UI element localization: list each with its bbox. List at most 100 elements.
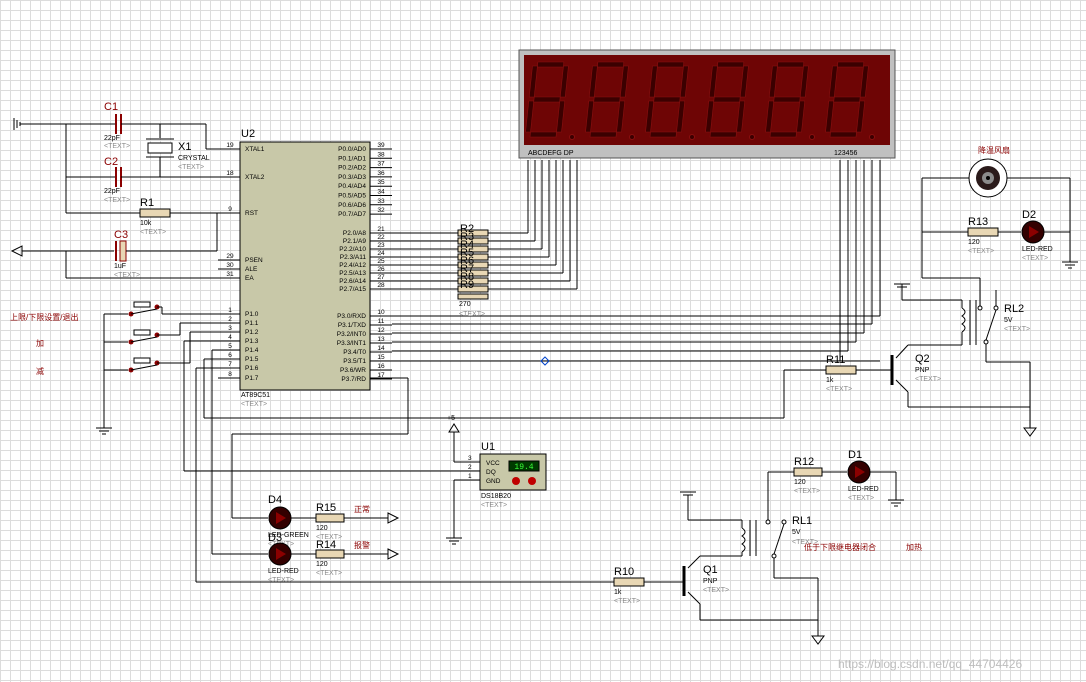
- mcu-pin-num-19: 19: [226, 142, 234, 149]
- watermark: https://blog.csdn.net/qq_44704426: [838, 657, 1022, 671]
- c2-text: <TEXT>: [104, 197, 130, 204]
- mcu-pin-num-33: 33: [377, 198, 385, 205]
- mcu-pin-name-34: P0.5/AD5: [338, 193, 366, 200]
- d3-text: <TEXT>: [268, 577, 294, 584]
- segment-dp: [689, 134, 695, 140]
- mcu-pin-num-22: 22: [377, 234, 385, 241]
- mcu-pin-name-16: P3.6/WR: [340, 367, 366, 374]
- rl1-note-1: 低于下限继电器闭合: [804, 542, 876, 552]
- mcu-pin-name-5: P1.4: [245, 347, 259, 354]
- mcu-pin-num-21: 21: [377, 226, 385, 233]
- mcu-pin-name-38: P0.1/AD1: [338, 155, 366, 162]
- mcu-pin-num-1: 1: [228, 307, 232, 314]
- d4-ref: D4: [268, 494, 282, 506]
- segment-a: [657, 61, 685, 68]
- c1-text: <TEXT>: [104, 143, 130, 150]
- mcu-pin-num-32: 32: [377, 207, 385, 214]
- mcu-pin-num-9: 9: [228, 206, 232, 213]
- d2-ref: D2: [1022, 209, 1036, 221]
- mcu-pin-name-15: P3.5/T1: [343, 358, 366, 365]
- sensor-text: <TEXT>: [481, 502, 507, 509]
- segment-a: [837, 61, 865, 68]
- segment-dp: [629, 134, 635, 140]
- mcu-pin-name-6: P1.5: [245, 356, 259, 363]
- fan-motor[interactable]: [968, 158, 1008, 198]
- mcu-pin-name-22: P2.1/A9: [343, 238, 367, 245]
- mcu-pin-num-8: 8: [228, 371, 232, 378]
- mcu-pin-name-17: P3.7/RD: [341, 376, 366, 383]
- button-minus[interactable]: [104, 331, 240, 373]
- r13-value: 120: [968, 239, 980, 246]
- mcu-pin-name-27: P2.6/A14: [339, 278, 366, 285]
- mcu-pin-name-29: PSEN: [245, 257, 263, 264]
- button-label-set: 上限/下限设置/退出: [10, 312, 78, 322]
- segment-g: [833, 96, 861, 103]
- segment-d: [769, 131, 797, 138]
- d1-text: <TEXT>: [848, 495, 874, 502]
- mcu-pin-name-24: P2.3/A11: [340, 254, 367, 261]
- mcu-pin-num-16: 16: [377, 363, 385, 370]
- r12-value: 120: [794, 479, 806, 486]
- rl1-ref: RL1: [792, 515, 812, 527]
- mcu-pin-name-37: P0.2/AD2: [338, 165, 366, 172]
- sensor-pin-vcc: VCC: [486, 460, 500, 467]
- rl2-ref: RL2: [1004, 303, 1024, 315]
- r15-note: 正常: [354, 505, 370, 514]
- sensor-pin-gnd: GND: [486, 478, 501, 485]
- crystal-ref: X1: [178, 141, 191, 153]
- mcu-pin-name-12: P3.2/INT0: [337, 331, 367, 338]
- segment-a: [777, 61, 805, 68]
- r10-value: 1k: [614, 589, 622, 596]
- mcu-pin-name-3: P1.2: [245, 329, 259, 336]
- mcu-pin-num-29: 29: [226, 253, 234, 260]
- mcu-pin-num-6: 6: [228, 352, 232, 359]
- mcu-part: AT89C51: [241, 392, 270, 399]
- q2-ref: Q2: [915, 353, 930, 365]
- r11-text: <TEXT>: [826, 386, 852, 393]
- mcu-pin-num-4: 4: [228, 334, 232, 341]
- mcu-pin-name-18: XTAL2: [245, 174, 265, 181]
- segment-g: [533, 96, 561, 103]
- segment-a: [717, 61, 745, 68]
- button-label-minus: 减: [36, 366, 44, 376]
- mcu-pin-name-14: P3.4/T0: [343, 349, 366, 356]
- r14-text: <TEXT>: [316, 570, 342, 577]
- segment-dp: [569, 134, 575, 140]
- q1-type: PNP: [703, 578, 718, 585]
- q1-ref: Q1: [703, 564, 718, 576]
- sensor-ref: U1: [481, 441, 495, 453]
- r12-text: <TEXT>: [794, 488, 820, 495]
- mcu-pin-name-21: P2.0/A8: [343, 230, 367, 237]
- mcu-pin-num-15: 15: [377, 354, 385, 361]
- r12-ref: R12: [794, 456, 814, 468]
- r15-ref: R15: [316, 502, 336, 514]
- button-set[interactable]: [104, 301, 240, 317]
- d2-part: LED-RED: [1022, 246, 1053, 253]
- segment-d: [529, 131, 557, 138]
- r1-text: <TEXT>: [140, 229, 166, 236]
- mcu-pin-name-11: P3.1/TXD: [338, 322, 366, 329]
- sensor-pin-2: 2: [468, 464, 472, 471]
- mcu-pin-name-2: P1.1: [245, 320, 259, 327]
- c3-value: 1uF: [114, 263, 126, 270]
- button-label-plus: 加: [36, 338, 44, 348]
- segment-dp: [809, 134, 815, 140]
- seven-segment-display[interactable]: ABCDEFG DP 123456: [518, 49, 896, 159]
- sensor-pin-3: 3: [468, 455, 472, 462]
- rnet-label-R9: R9: [460, 279, 474, 291]
- sensor-u1[interactable]: 19.4 U1 DS18B20 <TEXT> VCC DQ GND 3 2 1: [468, 441, 547, 509]
- r11-ref: R11: [826, 354, 845, 366]
- r13-ref: R13: [968, 216, 988, 228]
- mcu-pin-num-38: 38: [377, 151, 385, 158]
- mcu-text: <TEXT>: [241, 401, 267, 408]
- mcu-pin-num-25: 25: [377, 258, 385, 265]
- d2-text: <TEXT>: [1022, 255, 1048, 262]
- resistor-network: R2R3R4R5R6R7R8R9: [392, 160, 578, 300]
- mcu-pin-num-39: 39: [377, 142, 385, 149]
- segment-g: [653, 96, 681, 103]
- q2-text: <TEXT>: [915, 376, 941, 383]
- mcu-pin-num-24: 24: [377, 250, 385, 257]
- mcu-ref: U2: [241, 128, 255, 140]
- segment-dp: [869, 134, 875, 140]
- mcu-pin-name-33: P0.6/AD6: [338, 202, 366, 209]
